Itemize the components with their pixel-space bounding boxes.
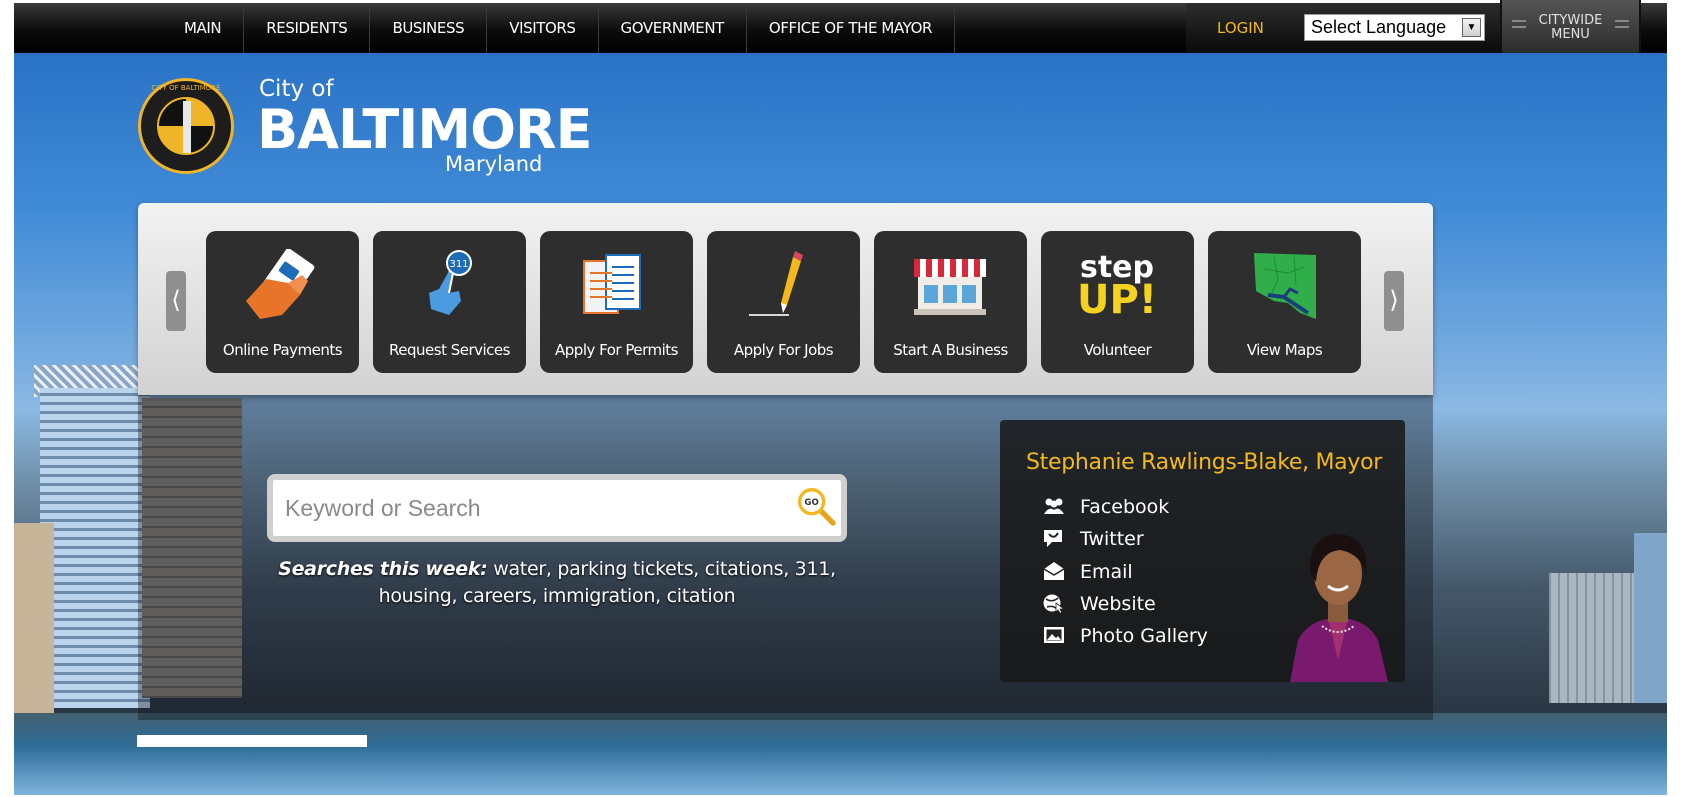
searches-this-week-label: Searches this week:	[278, 558, 488, 580]
carousel-next-button[interactable]: ⟩	[1384, 271, 1404, 331]
svg-text:311: 311	[449, 259, 468, 270]
dropdown-arrow-icon[interactable]: ▼	[1462, 18, 1481, 37]
building-glass-tower	[40, 388, 150, 708]
payment-hand-icon	[246, 249, 315, 319]
go-search-button[interactable]: GO	[797, 487, 837, 527]
storefront-icon	[914, 259, 986, 315]
menu-lines-icon	[1615, 20, 1629, 28]
twitter-bubble-icon	[1044, 530, 1062, 547]
nav-item-visitors[interactable]: VISITORS	[487, 3, 599, 53]
mayor-link-label: Photo Gallery	[1080, 625, 1208, 647]
tile-label: Apply For Jobs	[733, 341, 834, 359]
311-pointer-icon: 311	[429, 250, 472, 315]
step-up-icon: step UP!	[1077, 250, 1157, 321]
mayor-link-label: Twitter	[1080, 528, 1144, 550]
login-area: LOGIN Select Language ▼	[1186, 3, 1523, 53]
mayor-portrait	[1290, 534, 1388, 682]
mayor-link-email[interactable]: Email	[1042, 561, 1133, 583]
mayor-link-label: Email	[1080, 561, 1133, 583]
tile-label: Online Payments	[222, 341, 343, 359]
search-box: GO	[267, 474, 847, 542]
tile-label: Apply For Permits	[555, 341, 678, 359]
tile-label: Volunteer	[1083, 341, 1152, 359]
monument-icon	[183, 101, 191, 153]
building-right-edge	[1634, 533, 1667, 703]
building-left-edge	[14, 523, 54, 723]
svg-text:UP!: UP!	[1077, 277, 1157, 321]
searches-this-week: Searches this week: water, parking ticke…	[267, 556, 847, 610]
documents-icon	[583, 254, 641, 314]
tile-label: Start A Business	[893, 341, 1008, 359]
tile-volunteer[interactable]: step UP! Volunteer	[1041, 231, 1194, 373]
harbor-water	[14, 713, 1667, 795]
baltimore-map-icon	[1254, 253, 1316, 319]
mayor-link-twitter[interactable]: Twitter	[1042, 528, 1144, 550]
mayor-link-label: Facebook	[1080, 496, 1170, 518]
photo-icon	[1044, 627, 1064, 643]
nav-item-main[interactable]: MAIN	[160, 3, 245, 53]
tile-apply-for-permits[interactable]: Apply For Permits	[540, 231, 693, 373]
city-seal-logo[interactable]: CITY OF BALTIMORE	[138, 78, 234, 174]
mayor-link-photo-gallery[interactable]: Photo Gallery	[1042, 625, 1208, 647]
mayor-link-website[interactable]: Website	[1042, 593, 1156, 615]
quick-links-carousel: ⟨ Online Payments 311 Request Services A…	[138, 203, 1433, 395]
pencil-sign-icon	[749, 251, 803, 316]
mayor-link-label: Website	[1080, 593, 1156, 615]
mayor-link-facebook[interactable]: Facebook	[1042, 496, 1169, 518]
people-icon	[1044, 498, 1064, 514]
tile-online-payments[interactable]: Online Payments	[206, 231, 359, 373]
globe-cursor-icon	[1043, 594, 1066, 613]
menu-lines-icon	[1512, 20, 1526, 28]
tile-label: View Maps	[1246, 341, 1323, 359]
mayor-panel: Stephanie Rawlings-Blake, Mayor Facebook…	[1000, 420, 1405, 682]
login-link[interactable]: LOGIN	[1217, 3, 1264, 53]
content-tab	[137, 735, 367, 747]
envelope-icon	[1043, 562, 1065, 580]
logo-state: Maryland	[445, 152, 543, 176]
top-navigation-bar: MAIN RESIDENTS BUSINESS VISITORS GOVERNM…	[14, 3, 1667, 53]
tile-request-services[interactable]: 311 Request Services	[373, 231, 526, 373]
nav-item-government[interactable]: GOVERNMENT	[599, 3, 747, 53]
tile-apply-for-jobs[interactable]: Apply For Jobs	[707, 231, 860, 373]
language-select[interactable]: Select Language ▼	[1304, 14, 1485, 41]
main-nav: MAIN RESIDENTS BUSINESS VISITORS GOVERNM…	[160, 3, 956, 53]
nav-item-office-of-the-mayor[interactable]: OFFICE OF THE MAYOR	[747, 3, 956, 53]
nav-item-business[interactable]: BUSINESS	[370, 3, 488, 53]
svg-text:GO: GO	[804, 498, 818, 508]
tile-view-maps[interactable]: View Maps	[1208, 231, 1361, 373]
nav-item-residents[interactable]: RESIDENTS	[244, 3, 371, 53]
tile-start-a-business[interactable]: Start A Business	[874, 231, 1027, 373]
mayor-name[interactable]: Stephanie Rawlings-Blake, Mayor	[1026, 450, 1382, 475]
tile-label: Request Services	[389, 341, 510, 359]
search-input[interactable]	[285, 488, 775, 528]
seal-ring-text: CITY OF BALTIMORE	[151, 84, 221, 92]
language-select-value: Select Language	[1311, 17, 1447, 37]
citywide-menu-label-2: MENU	[1551, 27, 1590, 42]
carousel-prev-button[interactable]: ⟨	[166, 271, 186, 331]
